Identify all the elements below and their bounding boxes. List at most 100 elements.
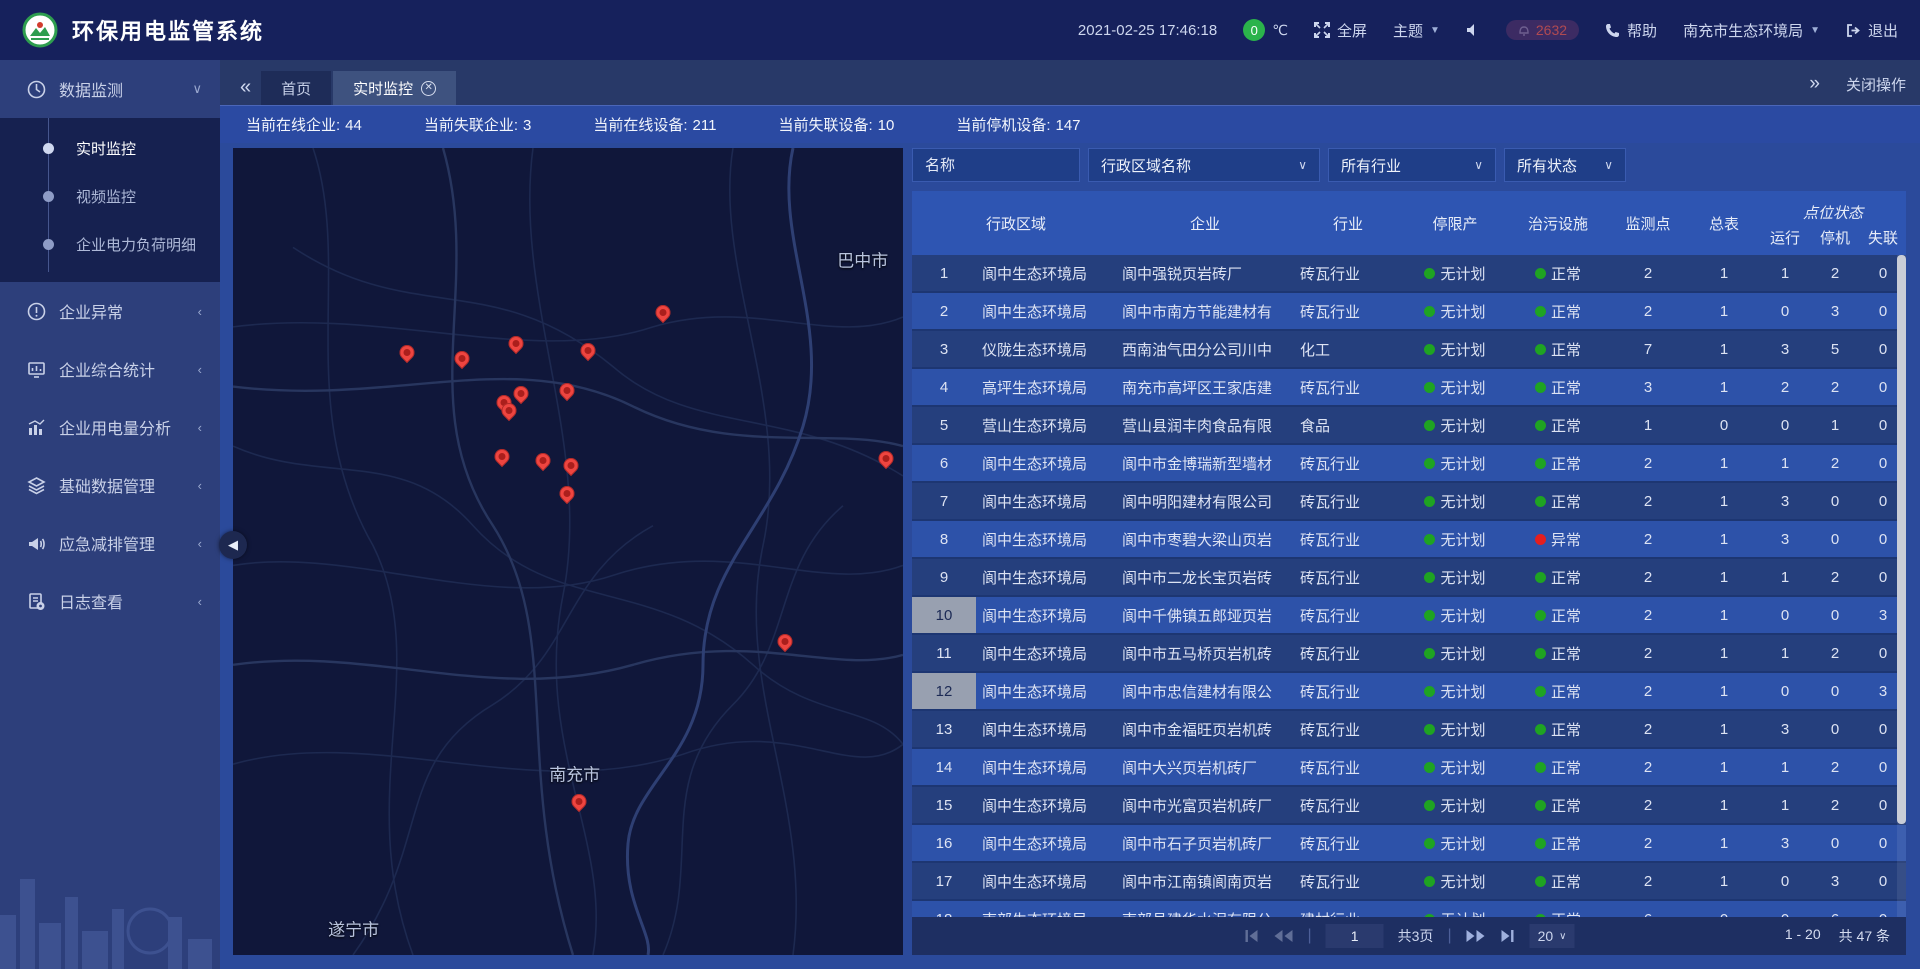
- cell-region: 阆中生态环境局: [976, 643, 1116, 664]
- cell-limit: 无计划: [1402, 263, 1508, 284]
- chevron-left-icon: ◀: [228, 537, 238, 553]
- tabs-scroll-left-icon[interactable]: «: [230, 76, 261, 105]
- sidebar-item-base-data-mgmt[interactable]: 基础数据管理‹: [0, 456, 220, 514]
- table-row[interactable]: 2阆中生态环境局阆中市南方节能建材有砖瓦行业无计划正常21030: [912, 293, 1906, 331]
- table-row[interactable]: 7阆中生态环境局阆中明阳建材有限公司砖瓦行业无计划正常21300: [912, 483, 1906, 521]
- cell-run: 0: [1760, 607, 1810, 624]
- cell-facility: 正常: [1508, 795, 1608, 816]
- status-filter-select[interactable]: 所有状态 ∨: [1504, 148, 1626, 182]
- cell-points: 2: [1608, 493, 1688, 510]
- cell-points: 2: [1608, 721, 1688, 738]
- cell-run: 1: [1760, 797, 1810, 814]
- logout-button[interactable]: 退出: [1846, 20, 1898, 41]
- cell-points: 3: [1608, 379, 1688, 396]
- table-row[interactable]: 12阆中生态环境局阆中市忠信建材有限公砖瓦行业无计划正常21003: [912, 673, 1906, 711]
- page-size-select[interactable]: 20 ∨: [1530, 924, 1575, 948]
- table-row[interactable]: 15阆中生态环境局阆中市光富页岩机砖厂砖瓦行业无计划正常21120: [912, 787, 1906, 825]
- cell-industry: 砖瓦行业: [1294, 567, 1402, 588]
- map-canvas[interactable]: 巴中市南充市遂宁市 ◀: [233, 148, 903, 955]
- sidebar-item-data-monitor[interactable]: 数据监测∨: [0, 60, 220, 118]
- sidebar-item-realtime-monitor[interactable]: 实时监控: [0, 124, 220, 172]
- cell-industry: 砖瓦行业: [1294, 263, 1402, 284]
- cell-industry: 化工: [1294, 339, 1402, 360]
- cell-industry: 砖瓦行业: [1294, 453, 1402, 474]
- sidebar-group-log-view: 日志查看‹: [0, 572, 220, 630]
- first-page-button[interactable]: [1243, 929, 1259, 943]
- cell-stop: 0: [1810, 493, 1860, 510]
- mute-button[interactable]: [1466, 23, 1480, 37]
- row-number: 13: [912, 711, 976, 747]
- cell-points: 2: [1608, 531, 1688, 548]
- row-number: 11: [912, 635, 976, 671]
- tab-close-icon[interactable]: ✕: [421, 81, 436, 96]
- sidebar-item-power-usage-analysis[interactable]: 企业用电量分析‹: [0, 398, 220, 456]
- theme-dropdown[interactable]: 主题 ▼: [1393, 20, 1440, 41]
- stat-value: 44: [345, 117, 362, 134]
- name-filter-input[interactable]: [912, 148, 1080, 182]
- tab-home[interactable]: 首页: [261, 71, 331, 105]
- region-filter-select[interactable]: 行政区域名称 ∨: [1088, 148, 1320, 182]
- cell-region: 仪陇生态环境局: [976, 339, 1116, 360]
- page-number-input[interactable]: [1326, 924, 1384, 948]
- table-row[interactable]: 18南部生态环境局南部县建华水泥有限公建材行业无计划正常60060: [912, 901, 1906, 917]
- sidebar-item-log-view[interactable]: 日志查看‹: [0, 572, 220, 630]
- help-button[interactable]: 帮助: [1605, 20, 1657, 41]
- table-row[interactable]: 3仪陇生态环境局西南油气田分公司川中化工无计划正常71350: [912, 331, 1906, 369]
- tab-realtime-monitor[interactable]: 实时监控✕: [333, 71, 456, 105]
- cell-industry: 砖瓦行业: [1294, 491, 1402, 512]
- close-operations-button[interactable]: 关闭操作: [1846, 74, 1906, 95]
- sidebar-item-video-monitor[interactable]: 视频监控: [0, 172, 220, 220]
- sidebar-item-enterprise-statistics[interactable]: 企业综合统计‹: [0, 340, 220, 398]
- map-city-label: 遂宁市: [328, 915, 379, 940]
- sidebar-item-label: 视频监控: [76, 186, 136, 207]
- stat-label: 当前失联企业:: [424, 117, 518, 134]
- tabs-scroll-right-icon[interactable]: »: [1809, 73, 1820, 95]
- cell-company: 阆中明阳建材有限公司: [1116, 491, 1294, 512]
- user-org-dropdown[interactable]: 南充市生态环境局 ▼: [1683, 20, 1820, 41]
- last-page-button[interactable]: [1500, 929, 1516, 943]
- pagination-summary: 1 - 20 共 47 条: [1785, 926, 1890, 946]
- cell-limit: 无计划: [1402, 567, 1508, 588]
- next-page-button[interactable]: [1466, 929, 1486, 943]
- status-dot-ok: [1535, 344, 1546, 355]
- table-row[interactable]: 1阆中生态环境局阆中强锐页岩砖厂砖瓦行业无计划正常21120: [912, 255, 1906, 293]
- stats-icon: [26, 360, 46, 379]
- cell-facility: 正常: [1508, 757, 1608, 778]
- table-row[interactable]: 16阆中生态环境局阆中市石子页岩机砖厂砖瓦行业无计划正常21300: [912, 825, 1906, 863]
- pagination-controls: | 共3页 | 20: [1243, 924, 1574, 948]
- sidebar-item-emergency-reduction[interactable]: 应急减排管理‹: [0, 514, 220, 572]
- cell-company: 阆中市江南镇阆南页岩: [1116, 871, 1294, 892]
- table-row[interactable]: 6阆中生态环境局阆中市金博瑞新型墙材砖瓦行业无计划正常21120: [912, 445, 1906, 483]
- cell-limit: 无计划: [1402, 491, 1508, 512]
- status-dot-ok: [1424, 724, 1435, 735]
- prev-page-button[interactable]: [1273, 929, 1293, 943]
- table-row[interactable]: 10阆中生态环境局阆中千佛镇五郎垭页岩砖瓦行业无计划正常21003: [912, 597, 1906, 635]
- table-row[interactable]: 5营山生态环境局营山县润丰肉食品有限食品无计划正常10010: [912, 407, 1906, 445]
- cell-industry: 砖瓦行业: [1294, 757, 1402, 778]
- temperature-unit: ℃: [1272, 22, 1288, 39]
- scrollbar-thumb[interactable]: [1897, 255, 1906, 824]
- row-number: 17: [912, 863, 976, 899]
- sidebar-group-enterprise-statistics: 企业综合统计‹: [0, 340, 220, 398]
- table-row[interactable]: 4高坪生态环境局南充市高坪区王家店建砖瓦行业无计划正常31220: [912, 369, 1906, 407]
- table-row[interactable]: 14阆中生态环境局阆中大兴页岩机砖厂砖瓦行业无计划正常21120: [912, 749, 1906, 787]
- table-row[interactable]: 8阆中生态环境局阆中市枣碧大梁山页岩砖瓦行业无计划异常21300: [912, 521, 1906, 559]
- cell-stop: 0: [1810, 607, 1860, 624]
- table-row[interactable]: 17阆中生态环境局阆中市江南镇阆南页岩砖瓦行业无计划正常21030: [912, 863, 1906, 901]
- row-number: 18: [912, 901, 976, 917]
- sidebar-item-enterprise-abnormal[interactable]: 企业异常‹: [0, 282, 220, 340]
- industry-filter-value: 所有行业: [1341, 155, 1401, 176]
- cell-run: 3: [1760, 493, 1810, 510]
- log-icon: [26, 592, 46, 611]
- cell-facility: 正常: [1508, 491, 1608, 512]
- sidebar-item-power-load-detail[interactable]: 企业电力负荷明细: [0, 220, 220, 268]
- table-row[interactable]: 13阆中生态环境局阆中市金福旺页岩机砖砖瓦行业无计划正常21300: [912, 711, 1906, 749]
- table-row[interactable]: 11阆中生态环境局阆中市五马桥页岩机砖砖瓦行业无计划正常21120: [912, 635, 1906, 673]
- submenu-dot-icon: [43, 143, 54, 154]
- col-region: 行政区域: [976, 191, 1116, 255]
- notification-badge[interactable]: 2632: [1506, 20, 1579, 40]
- cell-stop: 2: [1810, 645, 1860, 662]
- fullscreen-button[interactable]: 全屏: [1314, 20, 1367, 41]
- table-row[interactable]: 9阆中生态环境局阆中市二龙长宝页岩砖砖瓦行业无计划正常21120: [912, 559, 1906, 597]
- industry-filter-select[interactable]: 所有行业 ∨: [1328, 148, 1496, 182]
